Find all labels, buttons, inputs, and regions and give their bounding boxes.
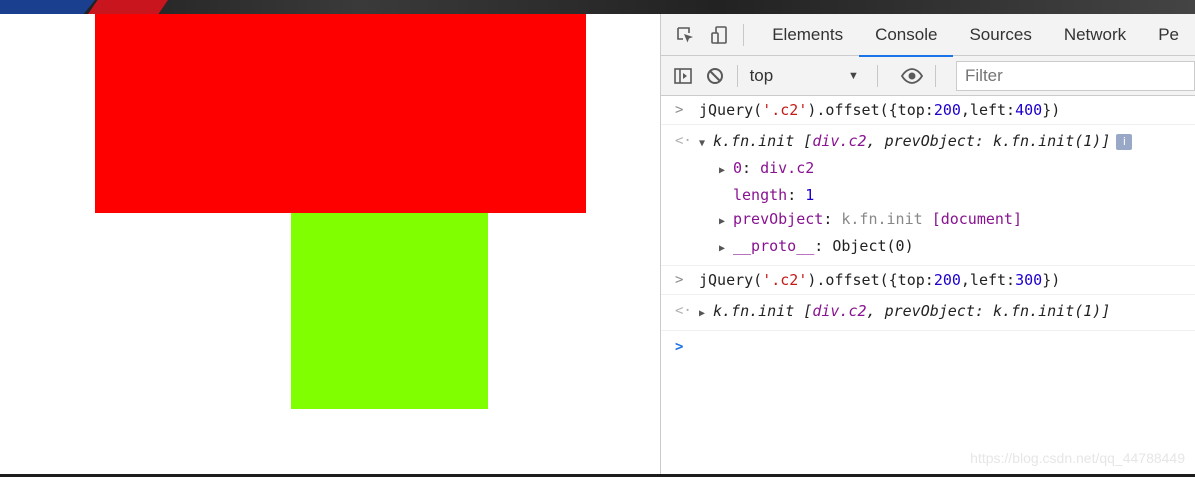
red-box-c1 [95,14,586,213]
result2-node: div.c2 [812,302,867,320]
result2-head: k.fn.init [ [713,302,813,320]
collapsed-triangle-icon: ▶ [719,243,726,254]
page-viewport [0,14,660,474]
info-icon: i [1116,133,1133,150]
top-strip-blue-stripe [0,0,95,14]
context-label: top [749,65,774,85]
tabbar-divider [743,23,745,46]
tab-sources[interactable]: Sources [953,14,1047,56]
cmd1-mid: ).offset({top: [807,101,934,119]
prev-value: k.fn.init [841,210,923,228]
green-box-c2 [291,213,488,409]
result1-head: k.fn.init [ [713,132,813,150]
console-prompt[interactable]: > [661,331,1195,359]
result1-node: div.c2 [812,132,867,150]
proto-sep: : [814,237,833,255]
result-arrow-icon: <· [675,133,692,149]
result1-header[interactable]: ▼ k.fn.init [div.c2, prevObject: k.fn.ini… [699,129,1195,156]
item0-key: 0 [733,159,743,177]
length-sep: : [787,186,806,204]
cmd2-sep: ,left: [960,271,1016,289]
input-chevron-icon: > [675,102,684,118]
cmd2-left: 300 [1015,271,1043,289]
prev-key: prevObject [733,210,824,228]
proto-key: __proto__ [733,237,815,255]
cmd1-prefix: jQuery( [699,101,763,119]
cmd1-left: 400 [1015,101,1043,119]
item0-sep: : [742,159,761,177]
result2-header[interactable]: ▶ k.fn.init [div.c2, prevObject: k.fn.ini… [699,299,1195,326]
prev-document: [document] [931,210,1022,228]
context-selector[interactable]: top ▼ [750,66,865,86]
toolbar-divider-3 [935,64,936,87]
sidebar-toggle-icon[interactable] [673,63,693,89]
browser-top-strip [0,0,1195,14]
tab-console[interactable]: Console [859,14,954,57]
console-result-row[interactable]: <· ▼ k.fn.init [div.c2, prevObject: k.fn.… [661,125,1195,266]
console-input-row[interactable]: > jQuery('.c2').offset({top:200,left:400… [661,96,1195,125]
result1-prevobject[interactable]: ▶ prevObject: k.fn.init [document] [699,207,1195,234]
clear-console-icon[interactable] [705,63,725,89]
cmd2-mid: ).offset({top: [807,271,934,289]
cmd1-selector: '.c2' [762,101,808,119]
tab-network[interactable]: Network [1048,14,1142,56]
eye-icon[interactable] [901,63,924,89]
inspect-element-icon[interactable] [673,22,696,48]
devtools-panel: Elements Console Sources Network Pe top … [660,14,1195,474]
result1-length: length: 1 [699,183,1195,207]
console-toolbar: top ▼ [661,56,1195,96]
collapsed-triangle-icon: ▶ [719,165,726,176]
input-chevron-icon: > [675,272,684,288]
tab-performance[interactable]: Pe [1142,14,1195,56]
console-input-row[interactable]: > jQuery('.c2').offset({top:200,left:300… [661,266,1195,295]
result-arrow-icon: <· [675,303,692,319]
result2-rest: , prevObject: k.fn.init(1)] [866,302,1111,320]
cmd2-top: 200 [933,271,961,289]
length-key: length [733,186,788,204]
result1-proto[interactable]: ▶ __proto__: Object(0) [699,234,1195,261]
console-output: > jQuery('.c2').offset({top:200,left:400… [661,96,1195,359]
cmd2-selector: '.c2' [762,271,808,289]
top-strip-red-stripe [88,0,168,14]
console-result-row[interactable]: <· ▶ k.fn.init [div.c2, prevObject: k.fn.… [661,295,1195,331]
prompt-chevron-icon: > [675,339,684,355]
device-toggle-icon[interactable] [708,22,731,48]
result1-item-0[interactable]: ▶ 0: div.c2 [699,156,1195,183]
collapsed-triangle-icon: ▶ [719,216,726,227]
result1-rest: , prevObject: k.fn.init(1)] [866,132,1111,150]
expanded-triangle-icon: ▼ [699,138,706,149]
filter-input[interactable] [956,60,1195,91]
cmd1-sep: ,left: [960,101,1016,119]
proto-value: Object(0) [832,237,914,255]
item0-value: div.c2 [760,159,815,177]
watermark: https://blog.csdn.net/qq_44788449 [970,450,1185,466]
toolbar-divider [737,64,738,87]
tab-elements[interactable]: Elements [756,14,859,56]
length-value: 1 [805,186,815,204]
cmd2-end: }) [1042,271,1061,289]
cmd1-end: }) [1042,101,1061,119]
devtools-tabbar: Elements Console Sources Network Pe [661,14,1195,57]
collapsed-triangle-icon: ▶ [699,308,706,319]
prev-sep: : [823,210,842,228]
cmd1-top: 200 [933,101,961,119]
cmd2-prefix: jQuery( [699,271,763,289]
chevron-down-icon: ▼ [847,69,859,82]
toolbar-divider-2 [876,64,878,87]
